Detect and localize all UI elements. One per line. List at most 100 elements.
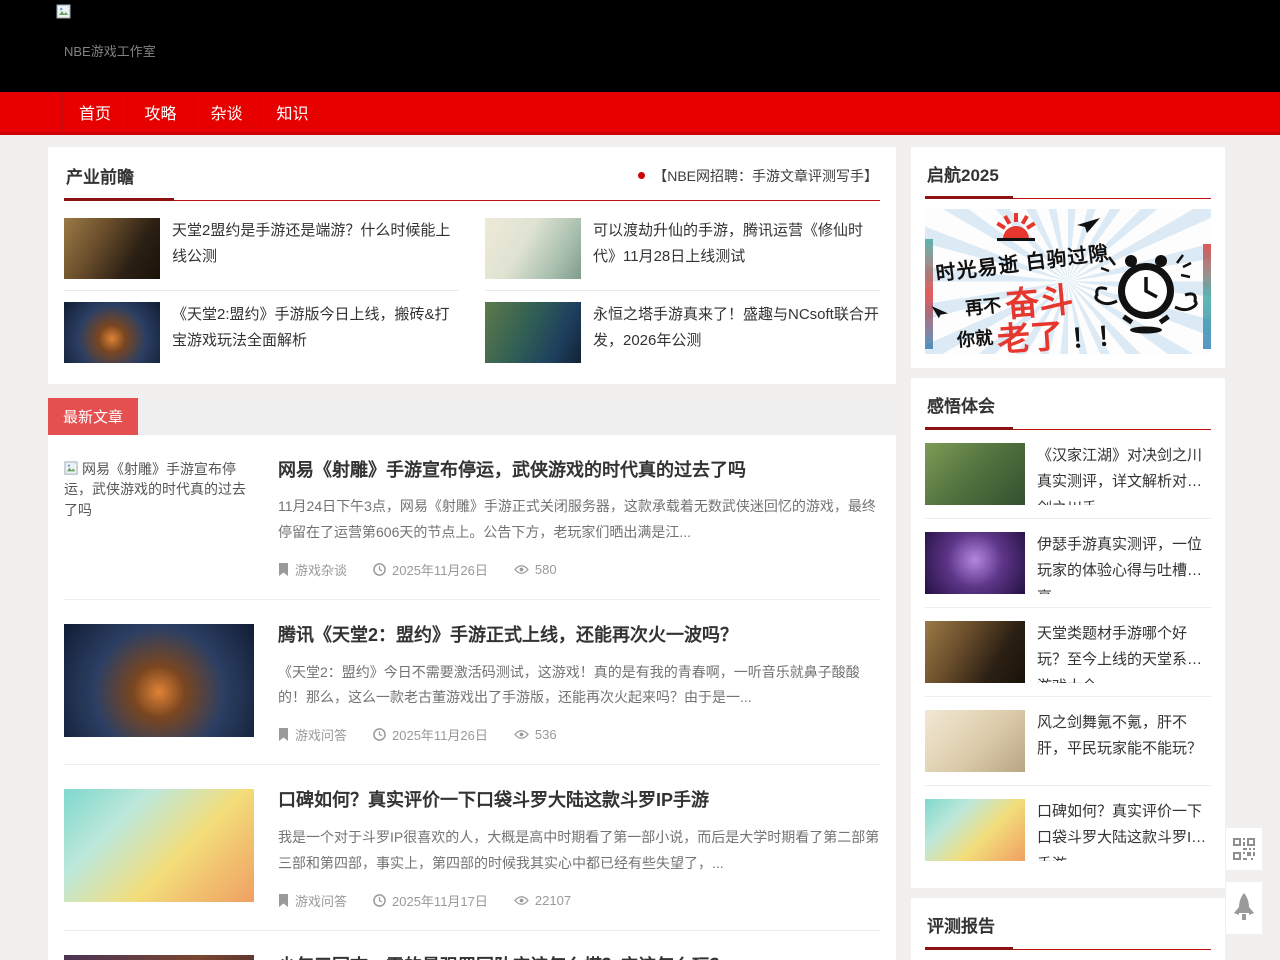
side-item-koudai-douluo[interactable]: 口碑如何？真实评价一下口袋斗罗大陆这款斗罗IP手游	[925, 786, 1211, 874]
cartoon-game-thumbnail	[64, 789, 254, 902]
reports-widget: 评测报告 1 口碑如何？真实评价一下口袋斗罗大陆这款 2 永恒之塔手游真来了！盛…	[911, 898, 1225, 960]
banner-line3b: 老了	[995, 309, 1064, 354]
banner-left-decor	[925, 239, 933, 349]
article-title[interactable]: 少年三国志：零的最强蜀国队应该怎么搭？应该怎么玩？	[278, 955, 880, 960]
side-item-title: 伊瑟手游真实测评，一位玩家的体验心得与吐槽分享	[1037, 532, 1211, 594]
green-map-thumbnail	[925, 443, 1025, 505]
article-views: 580	[535, 562, 557, 577]
side-item-fengzhijianwu[interactable]: 风之剑舞氪不氪，肝不肝，平民玩家能不能玩？	[925, 697, 1211, 786]
article-excerpt: 11月24日下午3点，网易《射雕》手游正式关闭服务器，这款承载着无数武侠迷回忆的…	[278, 494, 880, 546]
rocket-icon	[1233, 893, 1255, 923]
dragon-battle-thumbnail	[64, 624, 254, 737]
nav-item-guides[interactable]: 攻略	[128, 92, 194, 132]
eye-icon	[514, 895, 529, 906]
article-meta: 游戏问答 2025年11月17日 22107	[278, 891, 880, 910]
latest-articles-badge: 最新文章	[48, 398, 138, 435]
paper-plane-icon	[1075, 217, 1101, 240]
sanguo-city-thumbnail	[64, 955, 254, 960]
article-title[interactable]: 网易《射雕》手游宣布停运，武侠游戏的时代真的过去了吗	[278, 459, 880, 482]
article-row-sanguo[interactable]: 少年三国志：零的最强蜀国队应该怎么搭？应该怎么玩？ 少年三国志：零的最强蜀国队要…	[64, 931, 880, 960]
featured-grid: 天堂2盟约是手游还是端游？什么时候能上线公测 可以渡劫升仙的手游，腾讯运营《修仙…	[64, 207, 880, 374]
featured-item-xiuxian[interactable]: 可以渡劫升仙的手游，腾讯运营《修仙时代》11月28日上线测试	[485, 207, 880, 291]
side-item-tiantang[interactable]: 天堂类题材手游哪个好玩？至今上线的天堂系列游戏大全	[925, 608, 1211, 697]
nav-item-misc[interactable]: 杂谈	[194, 92, 260, 132]
featured-title: 天堂2盟约是手游还是端游？什么时候能上线公测	[172, 218, 459, 279]
article-category[interactable]: 游戏杂谈	[295, 560, 347, 579]
bookmark-icon	[278, 728, 289, 741]
featured-title: 永恒之塔手游真来了！盛趣与NCsoft联合开发，2026年公测	[593, 302, 880, 363]
featured-title: 《天堂2:盟约》手游版今日上线，搬砖&打宝游戏玩法全面解析	[172, 302, 459, 363]
article-date: 2025年11月17日	[392, 891, 488, 910]
widget-title-insights: 感悟体会	[927, 392, 995, 417]
widget-title-sail2025: 启航2025	[927, 161, 999, 186]
section-underline	[925, 196, 1211, 199]
article-date: 2025年11月26日	[392, 560, 488, 579]
dragon-battle-thumbnail	[64, 302, 160, 363]
article-title[interactable]: 腾讯《天堂2：盟约》手游正式上线，还能再次火一波吗？	[278, 624, 880, 647]
broken-image-icon	[64, 461, 79, 476]
eye-icon	[514, 729, 529, 740]
featured-item-lineage2-launch[interactable]: 《天堂2:盟约》手游版今日上线，搬砖&打宝游戏玩法全面解析	[64, 291, 459, 374]
broken-image-icon	[56, 4, 156, 25]
article-row-lineage2[interactable]: 腾讯《天堂2：盟约》手游正式上线，还能再次火一波吗？ 《天堂2：盟约》今日不需要…	[64, 600, 880, 765]
side-item-title: 风之剑舞氪不氪，肝不肝，平民玩家能不能玩？	[1037, 710, 1211, 772]
section-underline	[925, 427, 1211, 430]
logo-alt-text: NBE游戏工作室	[64, 41, 156, 60]
pale-statue-thumbnail	[925, 710, 1025, 772]
insights-widget: 感悟体会 《汉家江湖》对决剑之川真实测评，详文解析对决剑之川手 伊瑟手游真实测评…	[911, 378, 1225, 888]
red-dot-icon	[638, 172, 645, 179]
ink-painting-thumbnail	[485, 218, 581, 279]
article-list: 网易《射雕》手游宣布停运，武侠游戏的时代真的过去了吗 网易《射雕》手游宣布停运，…	[48, 435, 896, 960]
widget-title-reports: 评测报告	[927, 912, 995, 937]
back-to-top-button[interactable]	[1226, 882, 1262, 934]
recruit-notice-link[interactable]: 【NBE网招聘：手游文章评测写手】	[638, 166, 878, 186]
sidebar: 启航2025	[911, 147, 1225, 960]
article-views: 536	[535, 727, 557, 742]
clock-icon	[373, 728, 386, 741]
main-nav: 首页 攻略 杂谈 知识	[0, 92, 1280, 135]
bookmark-icon	[278, 894, 289, 907]
side-item-hanjia[interactable]: 《汉家江湖》对决剑之川真实测评，详文解析对决剑之川手	[925, 430, 1211, 519]
eye-icon	[514, 564, 529, 575]
banner-line3a: 你就	[956, 323, 994, 352]
section-underline	[925, 947, 1211, 950]
qr-code-icon	[1233, 838, 1255, 860]
article-category[interactable]: 游戏问答	[295, 891, 347, 910]
side-item-yise[interactable]: 伊瑟手游真实测评，一位玩家的体验心得与吐槽分享	[925, 519, 1211, 608]
nav-item-knowledge[interactable]: 知识	[260, 92, 326, 132]
article-category[interactable]: 游戏问答	[295, 725, 347, 744]
banner-right-decor	[1203, 244, 1211, 349]
motivation-banner[interactable]: 时光易逝 白驹过隙 再不 奋斗 你就 老了 ！！	[925, 209, 1211, 354]
side-item-title: 天堂类题材手游哪个好玩？至今上线的天堂系列游戏大全	[1037, 621, 1211, 683]
article-date: 2025年11月26日	[392, 725, 488, 744]
industry-outlook-section: 产业前瞻 【NBE网招聘：手游文章评测写手】 天堂2盟约是手游还是端游？什么时候…	[48, 147, 896, 384]
site-logo[interactable]: NBE游戏工作室	[56, 4, 156, 60]
side-item-title: 《汉家江湖》对决剑之川真实测评，详文解析对决剑之川手	[1037, 443, 1211, 505]
site-header: NBE游戏工作室	[0, 0, 1280, 92]
banner-line3c: ！！	[1070, 315, 1124, 354]
latest-articles-bar: 最新文章	[48, 398, 896, 435]
nav-item-home[interactable]: 首页	[62, 92, 128, 132]
clock-icon	[373, 563, 386, 576]
article-row-douluo[interactable]: 口碑如何？真实评价一下口袋斗罗大陆这款斗罗IP手游 我是一个对于斗罗IP很喜欢的…	[64, 765, 880, 930]
article-meta: 游戏杂谈 2025年11月26日 580	[278, 560, 880, 579]
section-title-industry: 产业前瞻	[66, 163, 134, 188]
rising-sun-icon	[983, 213, 1049, 246]
recruit-notice-text: 【NBE网招聘：手游文章评测写手】	[653, 166, 878, 186]
bookmark-icon	[278, 563, 289, 576]
floating-tools	[1226, 828, 1262, 934]
featured-item-aion[interactable]: 永恒之塔手游真来了！盛趣与NCsoft联合开发，2026年公测	[485, 291, 880, 374]
featured-item-lineage2m[interactable]: 天堂2盟约是手游还是端游？什么时候能上线公测	[64, 207, 459, 291]
lineage2-keyart-thumbnail	[64, 218, 160, 279]
section-underline	[64, 198, 880, 201]
article-meta: 游戏问答 2025年11月26日 536	[278, 725, 880, 744]
clock-icon	[373, 894, 386, 907]
article-title[interactable]: 口碑如何？真实评价一下口袋斗罗大陆这款斗罗IP手游	[278, 789, 880, 812]
aion-characters-thumbnail	[485, 302, 581, 363]
article-excerpt: 《天堂2：盟约》今日不需要激活码测试，这游戏！真的是有我的青春啊，一听音乐就鼻子…	[278, 660, 880, 712]
qr-code-button[interactable]	[1226, 828, 1262, 870]
article-row-shediao[interactable]: 网易《射雕》手游宣布停运，武侠游戏的时代真的过去了吗 网易《射雕》手游宣布停运，…	[64, 435, 880, 600]
side-item-title: 口碑如何？真实评价一下口袋斗罗大陆这款斗罗IP手游	[1037, 799, 1211, 861]
purple-arena-thumbnail	[925, 532, 1025, 594]
lineage2-keyart-thumbnail	[925, 621, 1025, 683]
